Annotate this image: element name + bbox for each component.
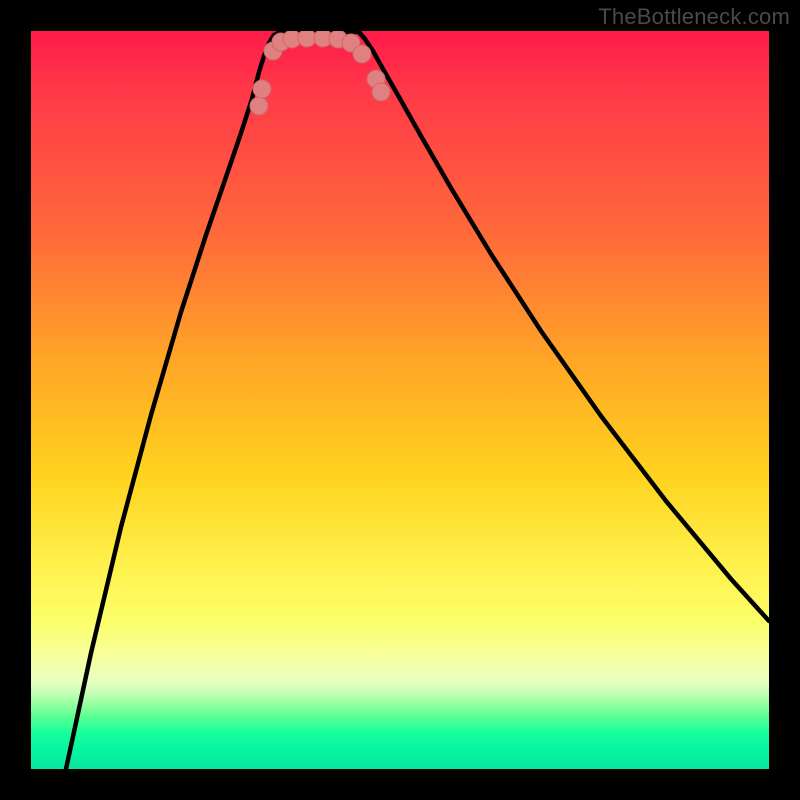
data-marker <box>298 31 316 47</box>
plot-area <box>31 31 769 769</box>
data-marker <box>372 83 390 101</box>
chart-frame: TheBottleneck.com <box>0 0 800 800</box>
data-marker <box>353 45 371 63</box>
curve-thick <box>66 32 769 769</box>
curve-thin <box>66 32 769 769</box>
watermark-text: TheBottleneck.com <box>598 4 790 30</box>
data-marker <box>253 80 271 98</box>
bottleneck-curve <box>66 32 769 769</box>
chart-svg <box>31 31 769 769</box>
data-marker <box>250 97 268 115</box>
